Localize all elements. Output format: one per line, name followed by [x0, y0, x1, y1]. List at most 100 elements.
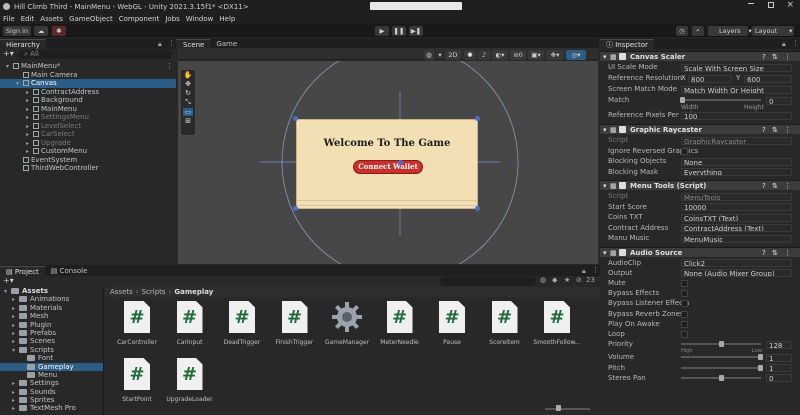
filter-type-icon[interactable]: ◍: [540, 276, 546, 284]
menu-gameobject[interactable]: GameObject: [69, 15, 113, 23]
add-icon[interactable]: +▾: [3, 276, 14, 285]
more-options-icon[interactable]: ⋮: [784, 52, 791, 62]
hierarchy-item-background[interactable]: ▸ Background: [0, 96, 176, 105]
slider-value-field[interactable]: 1: [766, 364, 792, 372]
project-folder-gameplay[interactable]: Gameplay: [0, 362, 103, 371]
menu-help[interactable]: Help: [219, 15, 235, 23]
zoom-slider-track[interactable]: [545, 408, 590, 410]
pause-button[interactable]: ❚❚: [392, 25, 406, 36]
hidden-objects-icon[interactable]: ⊘0: [510, 49, 526, 60]
priority-value-field[interactable]: 128: [766, 340, 792, 349]
help-icon[interactable]: ?: [762, 181, 766, 191]
preset-icon[interactable]: ⇅: [772, 52, 778, 62]
preset-icon[interactable]: ⇅: [772, 125, 778, 135]
scale-tool-icon[interactable]: ⤡: [185, 98, 191, 107]
asset-carcontroller[interactable]: # CarController: [107, 301, 167, 346]
hierarchy-item-mainmenu[interactable]: ▾ MainMenu* ⋮: [0, 62, 176, 71]
history-icon[interactable]: ◷: [676, 25, 688, 36]
project-folder-scripts[interactable]: ▾ Scripts: [0, 346, 103, 354]
property-value[interactable]: Click2: [681, 259, 792, 267]
cloud-icon[interactable]: ☁: [34, 25, 48, 36]
component-header-graphic-raycaster[interactable]: ▾ ▦ Graphic Raycaster? ⇅ ⋮: [600, 124, 800, 134]
project-folder-mesh[interactable]: ▸ Mesh: [0, 312, 103, 320]
project-folder-materials[interactable]: ▸ Materials: [0, 304, 103, 312]
property-value[interactable]: Everything: [681, 168, 792, 176]
foldout-arrow-icon[interactable]: ▾: [603, 125, 607, 135]
slider-value-field[interactable]: 0: [766, 374, 792, 383]
project-folder-animations[interactable]: ▸ Animations: [0, 295, 103, 303]
filter-label-icon[interactable]: ◆: [552, 276, 557, 284]
hierarchy-item-canvas[interactable]: ▾ Canvas: [0, 79, 176, 88]
breadcrumb-item-assets[interactable]: Assets: [110, 288, 133, 296]
search-icon[interactable]: ⌕: [692, 25, 704, 36]
toggle-checkbox[interactable]: [681, 279, 688, 287]
effects-icon[interactable]: ◐▾: [492, 49, 508, 60]
more-options-icon[interactable]: ⋮: [168, 39, 175, 47]
more-options-icon[interactable]: ⋮: [784, 248, 791, 258]
audio-icon[interactable]: ♪: [478, 49, 490, 60]
layers-dropdown[interactable]: Layers ▾: [708, 25, 752, 36]
close-icon[interactable]: ×: [786, 0, 794, 10]
rect-handle[interactable]: [475, 206, 480, 211]
expand-arrow-icon[interactable]: ▸: [12, 405, 19, 413]
chevron-down-icon[interactable]: ▾: [436, 50, 444, 60]
lock-icon[interactable]: 🔒︎: [158, 40, 162, 49]
play-button[interactable]: ▶: [375, 25, 389, 36]
hierarchy-item-eventsystem[interactable]: EventSystem: [0, 156, 176, 165]
breadcrumb-item-gameplay[interactable]: Gameplay: [174, 288, 213, 296]
asset-gamemanager[interactable]: GameManager: [317, 301, 377, 346]
property-value[interactable]: ContractAddress (Text): [681, 224, 792, 232]
transform-tool-icon[interactable]: ⊞: [185, 117, 191, 125]
foldout-arrow-icon[interactable]: ▾: [603, 52, 607, 62]
property-value[interactable]: MenuMusic: [681, 234, 792, 243]
scene-viewport[interactable]: Welcome To The Game Connect Wallet: [178, 61, 598, 264]
rect-handle[interactable]: [475, 116, 480, 121]
toggle-checkbox[interactable]: [681, 320, 688, 328]
project-folder-scenes[interactable]: ▸ Scenes: [0, 337, 103, 345]
hierarchy-item-carselect[interactable]: ▸ CarSelect: [0, 130, 176, 139]
more-options-icon[interactable]: ⋮: [792, 39, 799, 47]
project-folder-plugin[interactable]: ▸ Plugin: [0, 321, 103, 329]
project-search-input[interactable]: [440, 277, 536, 286]
component-header-menu-tools-script[interactable]: ▾ ▦ Menu Tools (Script)? ⇅ ⋮: [600, 180, 800, 190]
asset-smoothfollow[interactable]: # SmoothFollow...: [527, 301, 587, 346]
property-value[interactable]: MenuTools: [681, 192, 792, 201]
asset-scoreitem[interactable]: # ScoreItem: [475, 301, 535, 346]
toggle-checkbox[interactable]: [681, 310, 688, 318]
more-options-icon[interactable]: ⋮: [784, 125, 791, 135]
project-folder-assets[interactable]: ▾ Assets: [0, 287, 103, 295]
slider-thumb[interactable]: [758, 364, 763, 371]
lock-icon[interactable]: 🔒︎: [582, 267, 586, 276]
menu-jobs[interactable]: Jobs: [165, 15, 179, 23]
hierarchy-item-upgrade[interactable]: ▸ Upgrade: [0, 139, 176, 148]
priority-slider-thumb[interactable]: [719, 341, 724, 348]
foldout-arrow-icon[interactable]: ▾: [603, 181, 607, 191]
hierarchy-item-custommenu[interactable]: ▸ CustomMenu: [0, 147, 176, 156]
hidden-packages-icon[interactable]: ⊘: [576, 276, 582, 284]
toggle-checkbox[interactable]: [681, 147, 688, 155]
slider-value-field[interactable]: 1: [766, 353, 792, 362]
more-options-icon[interactable]: ⋮: [166, 62, 173, 71]
rect-handle[interactable]: [293, 116, 298, 121]
favorite-icon[interactable]: ★: [564, 276, 570, 284]
menu-assets[interactable]: Assets: [40, 15, 63, 23]
project-folder-sprites[interactable]: ▸ Sprites: [0, 396, 103, 404]
asset-finishtrigger[interactable]: # FinishTrigger: [265, 301, 325, 346]
minimize-icon[interactable]: [748, 3, 754, 4]
more-options-icon[interactable]: ⋮: [784, 181, 791, 191]
preset-icon[interactable]: ⇅: [772, 181, 778, 191]
help-icon[interactable]: ?: [762, 52, 766, 62]
property-value[interactable]: GraphicRaycaster: [681, 136, 792, 145]
enable-checkbox[interactable]: [619, 182, 626, 189]
project-folder-settings[interactable]: ▸ Settings: [0, 379, 103, 387]
property-value[interactable]: None: [681, 157, 792, 166]
rect-tool-icon[interactable]: ▭: [182, 108, 194, 116]
hand-tool-icon[interactable]: ✋: [184, 71, 193, 79]
rotate-tool-icon[interactable]: ↻: [185, 89, 191, 97]
zoom-slider-thumb[interactable]: [556, 405, 561, 411]
enable-checkbox[interactable]: [619, 53, 626, 60]
pivot-handle[interactable]: [398, 160, 403, 165]
slider-track[interactable]: [681, 366, 761, 369]
project-folder-sounds[interactable]: ▸ Sounds: [0, 388, 103, 396]
hierarchy-search-input[interactable]: ⌕ All: [18, 50, 172, 59]
